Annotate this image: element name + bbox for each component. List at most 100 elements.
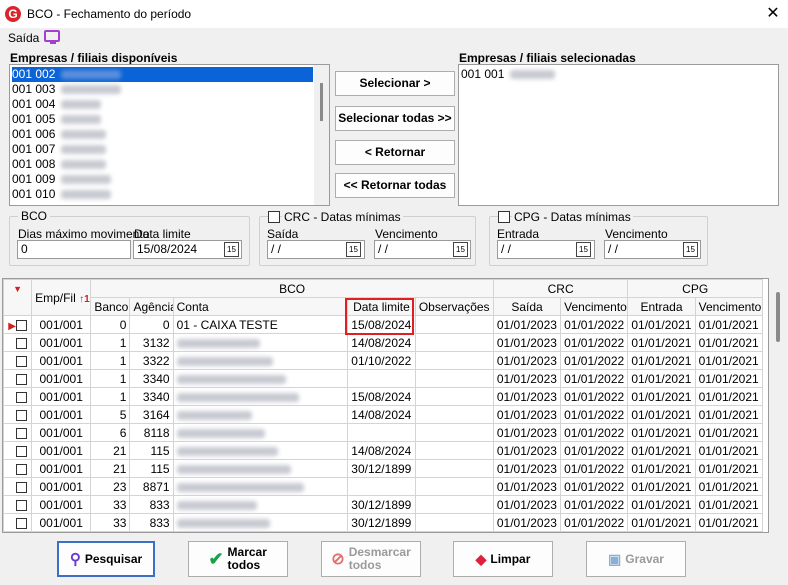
menu-saida[interactable]: Saída	[8, 31, 39, 45]
cell-cpg-entrada[interactable]: 01/01/2021	[627, 441, 696, 460]
cell-crc-saida[interactable]: 01/01/2023	[492, 495, 562, 514]
cell-cpg-vencimento[interactable]: 01/01/2021	[694, 405, 764, 424]
row-select-cell[interactable]	[3, 459, 33, 478]
cell-crc-vencimento[interactable]: 01/01/2022	[560, 513, 629, 532]
calendar-icon[interactable]: 15	[346, 242, 361, 257]
cell-crc-vencimento[interactable]: 01/01/2022	[560, 333, 629, 352]
return-all-button[interactable]: << Retornar todas	[335, 173, 455, 198]
row-checkbox[interactable]	[15, 337, 27, 349]
select-all-arrow-icon[interactable]: ▼	[3, 279, 33, 316]
cell-crc-vencimento[interactable]: 01/01/2022	[560, 369, 629, 388]
col-cpg-vencimento[interactable]: Vencimento	[694, 297, 764, 316]
cell-cpg-vencimento[interactable]: 01/01/2021	[694, 351, 764, 370]
list-item[interactable]: 001 008	[12, 157, 312, 172]
cell-crc-vencimento[interactable]: 01/01/2022	[560, 405, 629, 424]
cell-crc-saida[interactable]: 01/01/2023	[492, 513, 562, 532]
table-row[interactable]: 001/001 33 833 30/12/1899 01/01/2023 01/01/20…	[3, 513, 764, 532]
list-item[interactable]: 001 004	[12, 97, 312, 112]
save-button[interactable]: ▣ Gravar	[586, 541, 686, 577]
col-banco[interactable]: Banco	[90, 297, 131, 316]
row-select-cell[interactable]	[3, 441, 33, 460]
crc-checkbox[interactable]	[268, 211, 280, 223]
row-checkbox[interactable]	[15, 427, 27, 439]
list-item[interactable]: 001 002	[12, 67, 313, 82]
cell-crc-saida[interactable]: 01/01/2023	[492, 405, 562, 424]
table-row[interactable]: 001/001 6 8118 01/01/2023 01/01/2022 01/01/20…	[3, 423, 764, 442]
row-select-cell[interactable]	[3, 351, 33, 370]
calendar-icon[interactable]: 15	[224, 242, 239, 257]
cell-observacoes[interactable]	[414, 513, 494, 532]
select-all-button[interactable]: Selecionar todas >>	[335, 106, 455, 131]
table-row[interactable]: 001/001 33 833 30/12/1899 01/01/2023 01/01/20…	[3, 495, 764, 514]
cell-crc-saida[interactable]: 01/01/2023	[492, 477, 562, 496]
list-item[interactable]: 001 010	[12, 187, 312, 202]
cell-crc-saida[interactable]: 01/01/2023	[492, 333, 562, 352]
cell-cpg-vencimento[interactable]: 01/01/2021	[694, 333, 764, 352]
calendar-icon[interactable]: 15	[453, 242, 468, 257]
cell-crc-saida[interactable]: 01/01/2023	[492, 423, 562, 442]
cell-data-limite[interactable]: 15/08/2024	[347, 387, 416, 406]
cell-crc-vencimento[interactable]: 01/01/2022	[560, 351, 629, 370]
cell-crc-vencimento[interactable]: 01/01/2022	[560, 441, 629, 460]
cell-crc-vencimento[interactable]: 01/01/2022	[560, 315, 629, 334]
available-scrollbar[interactable]	[314, 65, 329, 205]
close-icon[interactable]: ✕	[762, 3, 784, 25]
col-crc-vencimento[interactable]: Vencimento	[560, 297, 629, 316]
available-listbox[interactable]: 001 002 001 003 001 004 001 005 001 006 …	[9, 64, 330, 206]
col-cpg-entrada[interactable]: Entrada	[627, 297, 696, 316]
cell-data-limite[interactable]: 14/08/2024	[347, 405, 416, 424]
row-checkbox[interactable]	[15, 481, 27, 493]
cell-data-limite[interactable]: 14/08/2024	[347, 333, 416, 352]
table-row[interactable]: 001/001 1 3132 14/08/2024 01/01/2023 01/01/20…	[3, 333, 764, 352]
row-select-cell[interactable]	[3, 333, 33, 352]
table-row[interactable]: 001/001 5 3164 14/08/2024 01/01/2023 01/01/20…	[3, 405, 764, 424]
cell-cpg-vencimento[interactable]: 01/01/2021	[694, 495, 764, 514]
row-select-cell[interactable]: ▶	[3, 315, 33, 334]
cell-cpg-vencimento[interactable]: 01/01/2021	[694, 477, 764, 496]
cell-crc-vencimento[interactable]: 01/01/2022	[560, 477, 629, 496]
cell-observacoes[interactable]	[414, 459, 494, 478]
row-select-cell[interactable]	[3, 387, 33, 406]
col-agencia[interactable]: Agência	[129, 297, 174, 316]
cell-data-limite[interactable]: 30/12/1899	[347, 513, 416, 532]
cell-cpg-vencimento[interactable]: 01/01/2021	[694, 441, 764, 460]
grid-scrollbar-thumb[interactable]	[776, 292, 780, 342]
row-select-cell[interactable]	[3, 369, 33, 388]
cell-observacoes[interactable]	[414, 495, 494, 514]
col-observacoes[interactable]: Observações	[414, 297, 494, 316]
select-button[interactable]: Selecionar >	[335, 71, 455, 96]
cell-cpg-entrada[interactable]: 01/01/2021	[627, 477, 696, 496]
cell-cpg-entrada[interactable]: 01/01/2021	[627, 333, 696, 352]
cell-observacoes[interactable]	[414, 441, 494, 460]
cell-data-limite[interactable]	[347, 423, 416, 442]
cell-crc-saida[interactable]: 01/01/2023	[492, 387, 562, 406]
list-item[interactable]: 001 001	[461, 67, 761, 82]
unmark-all-button[interactable]: ⊘ Desmarcar todos	[321, 541, 421, 577]
cell-cpg-vencimento[interactable]: 01/01/2021	[694, 423, 764, 442]
cell-observacoes[interactable]	[414, 387, 494, 406]
cell-crc-vencimento[interactable]: 01/01/2022	[560, 495, 629, 514]
cell-cpg-entrada[interactable]: 01/01/2021	[627, 351, 696, 370]
row-checkbox[interactable]	[15, 409, 27, 421]
list-item[interactable]: 001 007	[12, 142, 312, 157]
return-button[interactable]: < Retornar	[335, 140, 455, 165]
col-empfil[interactable]: Emp/Fil ↑1	[31, 279, 92, 316]
cell-observacoes[interactable]	[414, 351, 494, 370]
list-item[interactable]: 001 003	[12, 82, 312, 97]
row-checkbox[interactable]	[15, 391, 27, 403]
cell-cpg-entrada[interactable]: 01/01/2021	[627, 495, 696, 514]
col-conta[interactable]: Conta	[172, 297, 349, 316]
cell-cpg-entrada[interactable]: 01/01/2021	[627, 423, 696, 442]
cell-cpg-entrada[interactable]: 01/01/2021	[627, 459, 696, 478]
row-checkbox[interactable]	[15, 355, 27, 367]
cell-crc-vencimento[interactable]: 01/01/2022	[560, 459, 629, 478]
row-select-cell[interactable]	[3, 477, 33, 496]
cell-cpg-vencimento[interactable]: 01/01/2021	[694, 513, 764, 532]
row-checkbox[interactable]	[15, 499, 27, 511]
cell-observacoes[interactable]	[414, 333, 494, 352]
cell-data-limite[interactable]: 01/10/2022	[347, 351, 416, 370]
row-checkbox[interactable]	[15, 445, 27, 457]
list-item[interactable]: 001 009	[12, 172, 312, 187]
cpg-checkbox[interactable]	[498, 211, 510, 223]
cell-observacoes[interactable]	[414, 423, 494, 442]
